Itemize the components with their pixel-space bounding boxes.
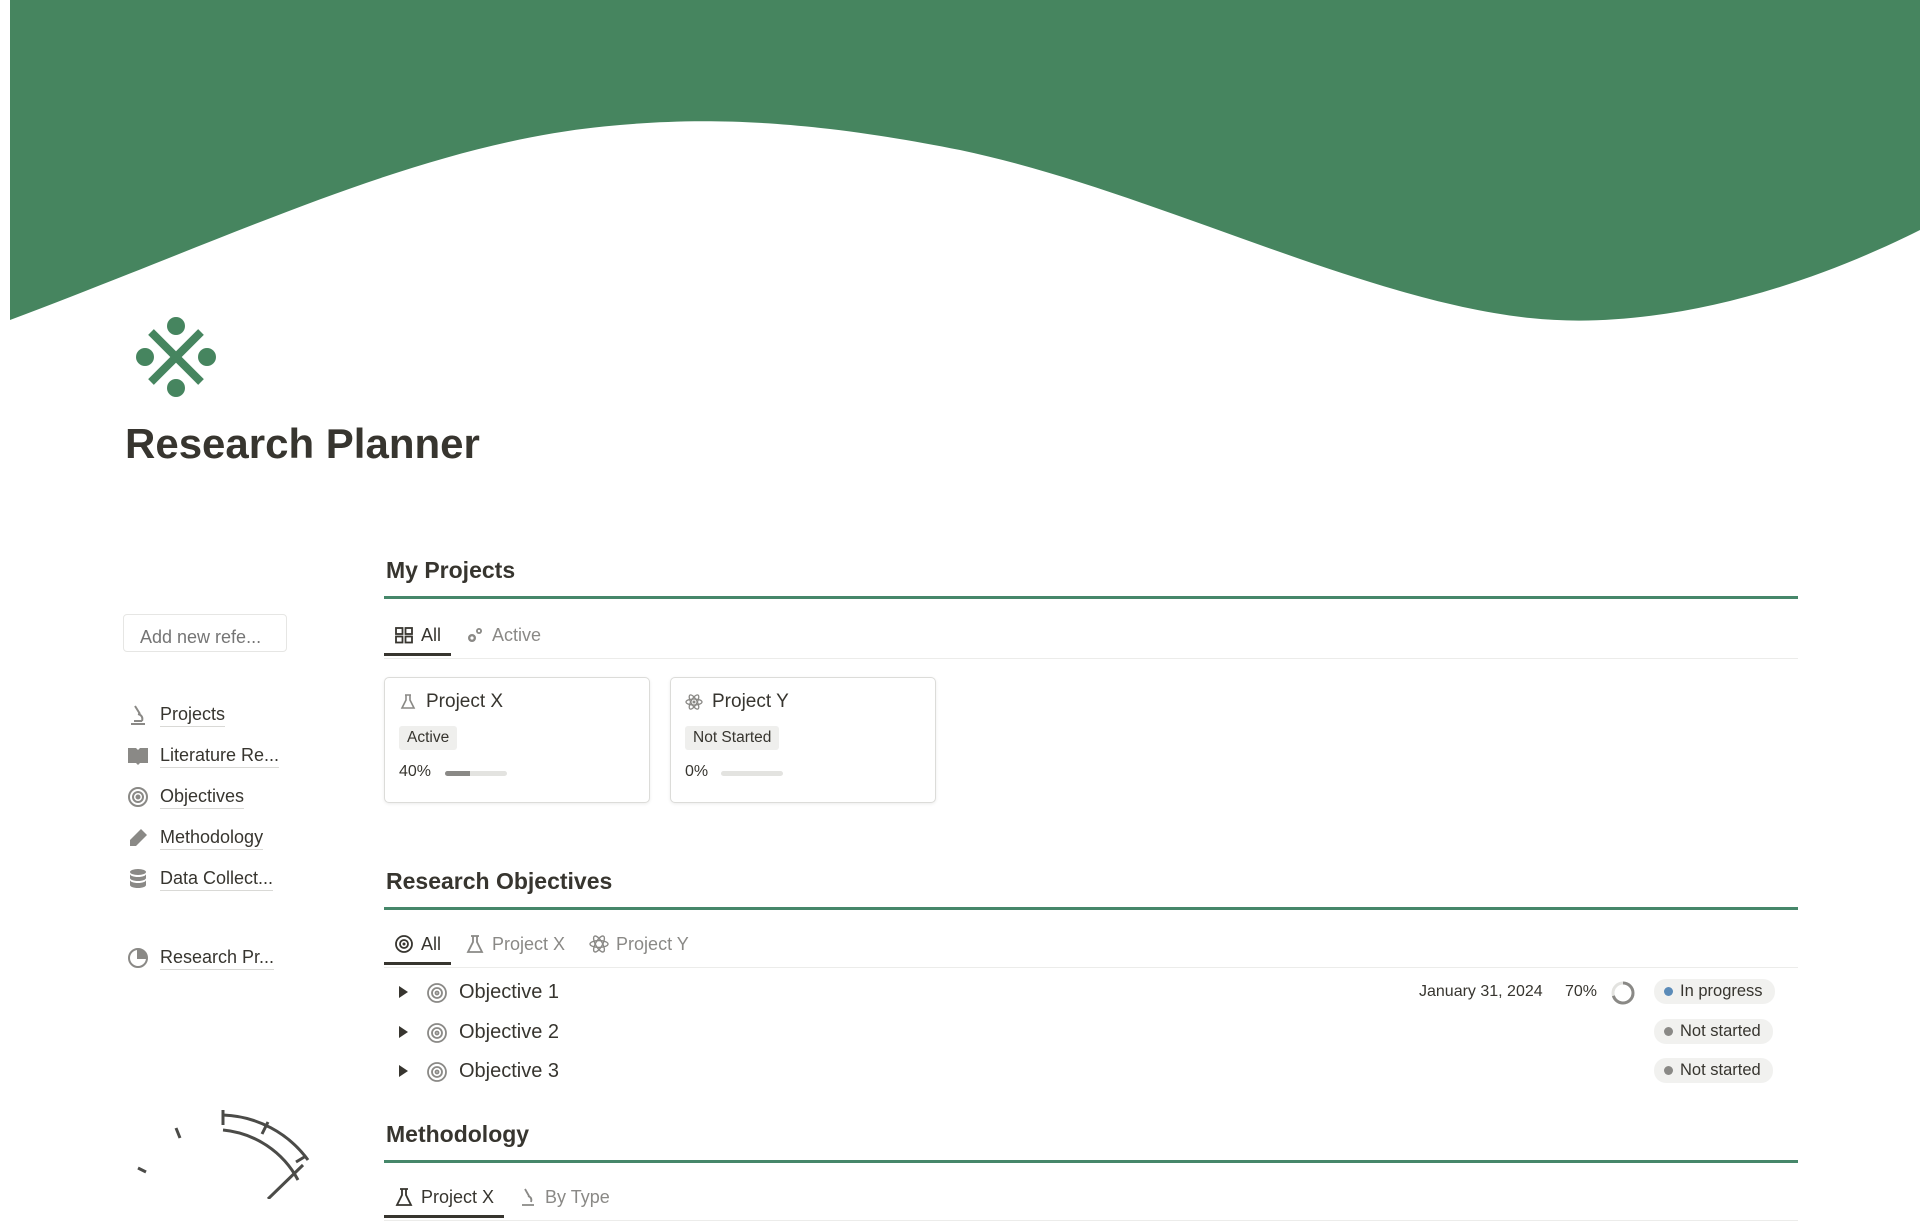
project-card[interactable]: Project X Active 40% — [384, 677, 650, 803]
objective-name[interactable]: Objective 1 — [459, 981, 559, 1004]
objectives-view-tabs: All Project X Project Y — [384, 923, 1798, 968]
sidebar-item-label: Objectives — [160, 786, 245, 809]
atom-icon — [589, 935, 609, 953]
tab-label: All — [421, 624, 442, 645]
sidebar-item-label: Research Pr... — [160, 947, 275, 970]
tab-label: Project X — [421, 1186, 495, 1207]
sidebar-item-objectives[interactable]: Objectives — [126, 785, 245, 809]
objective-row[interactable]: Objective 1 January 31, 2024 70% In prog… — [384, 976, 1798, 1012]
atom-icon — [685, 694, 703, 710]
methodology-section-heading: Methodology — [386, 1121, 530, 1147]
status-label: Not started — [1680, 1022, 1761, 1040]
projects-view-tabs: All Active — [384, 614, 1798, 659]
status-dot — [1664, 1066, 1673, 1075]
tab-all-objectives[interactable]: All — [384, 923, 452, 965]
tab-label: All — [421, 933, 442, 954]
expand-toggle[interactable] — [399, 1026, 408, 1038]
book-icon — [128, 748, 148, 765]
tab-label: Active — [492, 624, 542, 645]
status-dot — [1664, 1027, 1673, 1036]
objective-percent: 70% — [1565, 983, 1598, 1000]
project-card-title: Project Y — [685, 691, 789, 713]
tab-all-projects[interactable]: All — [384, 614, 452, 656]
project-card-title: Project X — [399, 691, 503, 713]
flask-icon — [395, 1188, 413, 1206]
section-divider — [384, 596, 1798, 599]
section-divider — [384, 907, 1798, 910]
flask-icon — [400, 694, 416, 709]
expand-toggle[interactable] — [399, 1065, 408, 1077]
tab-active-projects[interactable]: Active — [455, 614, 551, 656]
status-badge: Not started — [1654, 1058, 1773, 1083]
gears-icon — [468, 628, 483, 642]
tab-by-type[interactable]: By Type — [508, 1176, 620, 1218]
progress-label: 40% — [399, 763, 432, 780]
projects-section-heading: My Projects — [386, 557, 516, 583]
objective-name[interactable]: Objective 3 — [459, 1060, 559, 1083]
status-badge: Not Started — [685, 726, 780, 750]
microscope-icon — [522, 1188, 535, 1206]
target-icon — [427, 983, 447, 1003]
objective-row[interactable]: Objective 2 Not started — [384, 1016, 1798, 1052]
sidebar-item-label: Literature Re... — [160, 745, 280, 768]
progress-bar — [445, 771, 507, 776]
status-dot — [1664, 987, 1673, 996]
progress-fill — [445, 771, 470, 776]
status-label: Not started — [1680, 1061, 1761, 1079]
tab-label: By Type — [545, 1186, 610, 1207]
cover-banner — [0, 0, 1920, 330]
progress-bar — [721, 771, 783, 776]
sidebar-item-projects[interactable]: Projects — [126, 703, 226, 727]
sidebar-item-literature[interactable]: Literature Re... — [126, 744, 280, 768]
add-reference-input[interactable] — [123, 614, 287, 652]
pie-chart-icon — [128, 948, 148, 968]
objective-row[interactable]: Objective 3 Not started — [384, 1055, 1798, 1091]
sidebar-item-label: Data Collect... — [160, 868, 274, 891]
expand-toggle[interactable] — [399, 986, 408, 998]
database-icon — [130, 869, 146, 888]
target-icon — [128, 787, 148, 807]
pencil-icon — [129, 829, 147, 847]
objective-name[interactable]: Objective 2 — [459, 1021, 559, 1044]
clock-illustration — [137, 1110, 310, 1199]
sidebar-item-research-progress[interactable]: Research Pr... — [126, 946, 275, 970]
tab-methodology-project-x[interactable]: Project X — [384, 1176, 505, 1218]
status-label: In progress — [1680, 982, 1763, 1000]
tab-project-x[interactable]: Project X — [455, 923, 575, 965]
status-badge: In progress — [1654, 979, 1775, 1004]
target-icon — [427, 1023, 447, 1043]
objective-date: January 31, 2024 — [1419, 983, 1543, 1000]
cross-dots-logo-icon — [136, 317, 216, 397]
status-badge: Active — [399, 726, 458, 750]
project-name: Project Y — [712, 691, 789, 712]
grid-icon — [395, 627, 413, 644]
microscope-icon — [131, 705, 145, 725]
sidebar-item-data-collection[interactable]: Data Collect... — [126, 867, 274, 891]
sidebar-item-label: Projects — [160, 704, 226, 727]
progress-label: 0% — [685, 763, 709, 780]
sidebar-item-label: Methodology — [160, 827, 264, 850]
status-badge: Not started — [1654, 1019, 1773, 1044]
target-icon — [427, 1062, 447, 1082]
tab-label: Project Y — [616, 933, 689, 954]
page-title: Research Planner — [125, 420, 480, 467]
tab-project-y[interactable]: Project Y — [579, 923, 699, 965]
sidebar-item-methodology[interactable]: Methodology — [126, 826, 264, 850]
flask-icon — [466, 935, 484, 953]
objectives-section-heading: Research Objectives — [386, 868, 613, 894]
project-card[interactable]: Project Y Not Started 0% — [670, 677, 936, 803]
tab-label: Project X — [492, 933, 566, 954]
target-icon — [395, 935, 413, 953]
section-divider — [384, 1160, 1798, 1163]
project-name: Project X — [426, 691, 504, 712]
progress-ring — [1611, 981, 1635, 1005]
